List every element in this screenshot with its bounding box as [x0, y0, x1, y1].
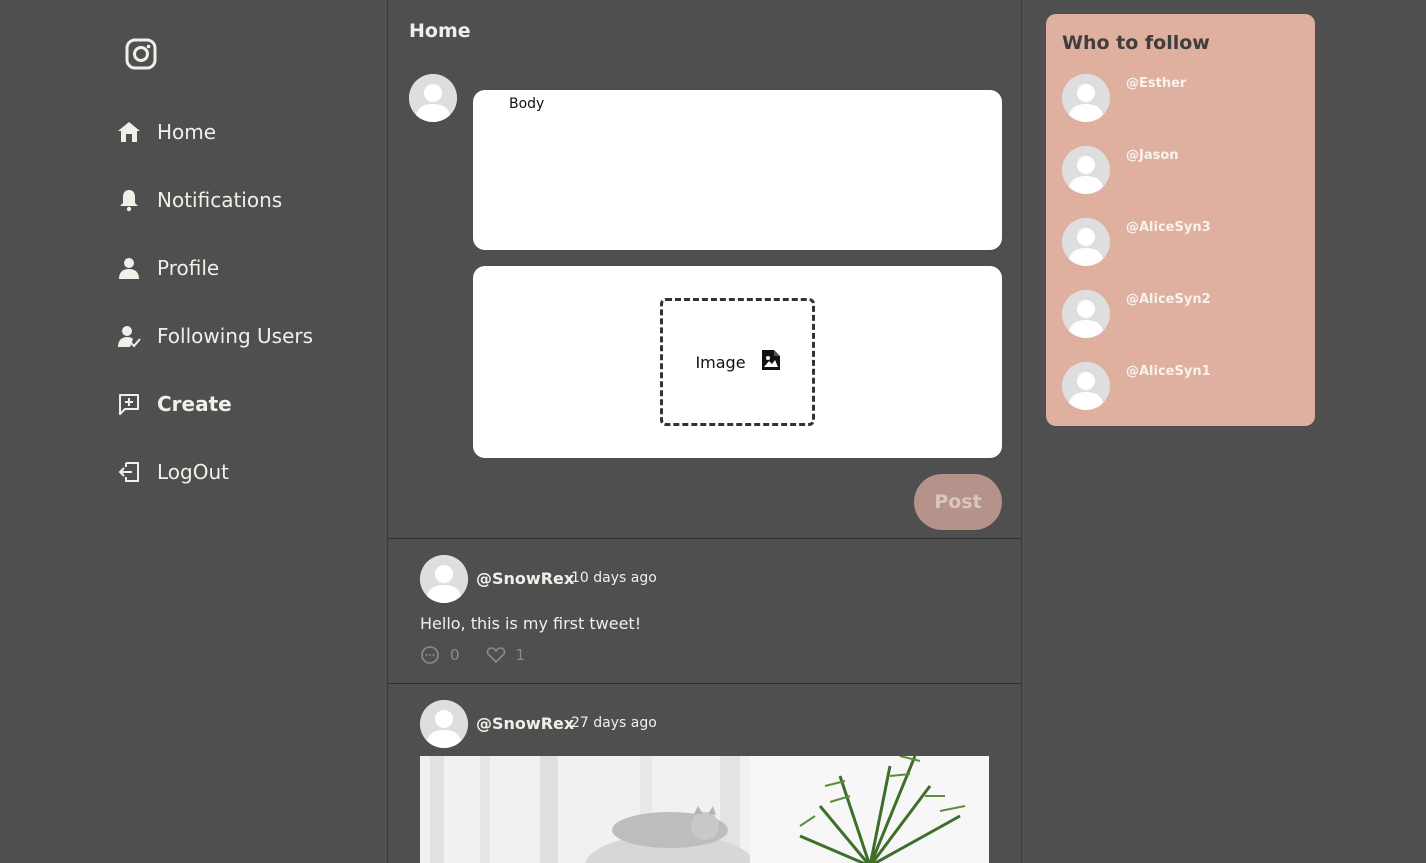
- main-feed: Home Image Post @SnowRex 10 days ago Hel…: [387, 0, 1022, 863]
- sidebar-item-profile[interactable]: Profile: [116, 248, 219, 288]
- tweet-author-handle[interactable]: @SnowRex: [476, 569, 574, 588]
- follow-suggestion-handle[interactable]: @AliceSyn2: [1126, 292, 1211, 307]
- sidebar-item-label: Home: [157, 120, 217, 144]
- tweet: @SnowRex 10 days ago Hello, this is my f…: [388, 539, 1021, 683]
- tweet-image[interactable]: [420, 756, 989, 863]
- reply-count: 0: [450, 646, 460, 664]
- user-icon: [116, 255, 142, 281]
- sidebar-item-home[interactable]: Home: [116, 112, 216, 152]
- body-input[interactable]: [473, 90, 1002, 250]
- follow-suggestion-handle[interactable]: @Esther: [1126, 76, 1186, 91]
- avatar: [1062, 146, 1110, 194]
- page-title: Home: [409, 20, 471, 42]
- sidebar-nav: Home Notifications Profile Following Use…: [0, 0, 387, 863]
- follow-suggestion-handle[interactable]: @Jason: [1126, 148, 1179, 163]
- avatar: [1062, 74, 1110, 122]
- sidebar-item-following-users[interactable]: Following Users: [116, 316, 313, 356]
- like-count: 1: [515, 646, 526, 664]
- follow-suggestion-handle[interactable]: @AliceSyn1: [1126, 364, 1211, 379]
- follow-suggestion[interactable]: @AliceSyn1: [1062, 362, 1302, 410]
- who-to-follow-title: Who to follow: [1062, 32, 1210, 54]
- post-button[interactable]: Post: [914, 474, 1002, 530]
- image-file-icon: [761, 350, 780, 374]
- instagram-logo-icon[interactable]: [125, 38, 157, 70]
- sidebar-item-label: Create: [157, 392, 232, 416]
- follow-suggestion[interactable]: @Jason: [1062, 146, 1302, 194]
- sidebar-item-label: Notifications: [157, 188, 283, 212]
- sidebar-item-logout[interactable]: LogOut: [116, 452, 229, 492]
- follow-suggestion[interactable]: @Esther: [1062, 74, 1302, 122]
- sidebar-item-notifications[interactable]: Notifications: [116, 180, 282, 220]
- tweet-text: Hello, this is my first tweet!: [420, 614, 642, 633]
- tweet-timestamp: 27 days ago: [571, 715, 657, 731]
- tweet-author-handle[interactable]: @SnowRex: [476, 714, 574, 733]
- who-to-follow-panel: Who to follow @Esther @Jason @AliceSyn3 …: [1046, 14, 1315, 426]
- sidebar-item-label: Profile: [157, 256, 220, 280]
- add-message-icon: [116, 391, 142, 417]
- avatar: [1062, 362, 1110, 410]
- image-upload-dropzone[interactable]: Image: [660, 298, 815, 426]
- tweet-timestamp: 10 days ago: [571, 570, 657, 586]
- image-upload-label: Image: [695, 352, 746, 372]
- home-icon: [116, 119, 142, 145]
- tweet-actions: 0 1: [420, 645, 551, 665]
- follow-suggestion-handle[interactable]: @AliceSyn3: [1126, 220, 1211, 235]
- avatar: [1062, 290, 1110, 338]
- like-button[interactable]: 1: [486, 645, 526, 665]
- logout-icon: [116, 459, 142, 485]
- bell-icon: [116, 187, 142, 213]
- sidebar-item-label: Following Users: [157, 324, 314, 348]
- avatar[interactable]: [420, 555, 468, 603]
- tweet: @SnowRex 27 days ago: [388, 684, 1021, 863]
- follow-suggestion[interactable]: @AliceSyn2: [1062, 290, 1302, 338]
- reply-button[interactable]: 0: [420, 645, 460, 665]
- follow-suggestion[interactable]: @AliceSyn3: [1062, 218, 1302, 266]
- comment-icon: [421, 646, 439, 664]
- app-root: Home Notifications Profile Following Use…: [0, 0, 1426, 863]
- sidebar-item-create[interactable]: Create: [116, 384, 232, 424]
- avatar: [409, 74, 457, 122]
- avatar[interactable]: [420, 700, 468, 748]
- user-check-icon: [116, 323, 142, 349]
- avatar: [1062, 218, 1110, 266]
- sidebar-item-label: LogOut: [157, 460, 229, 484]
- heart-icon: [486, 647, 505, 664]
- image-upload-panel: Image: [473, 266, 1002, 458]
